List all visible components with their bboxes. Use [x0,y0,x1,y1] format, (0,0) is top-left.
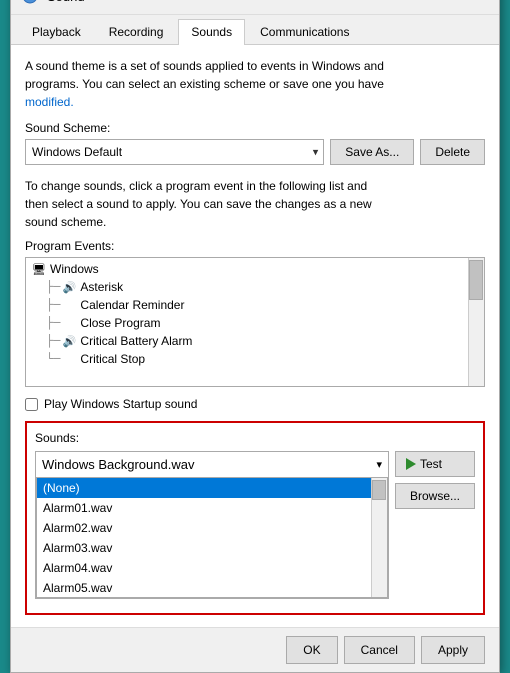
test-button[interactable]: Test [395,451,475,477]
dropdown-scroll-thumb[interactable] [372,480,386,500]
scheme-select-wrapper: Windows Default [25,139,324,165]
dropdown-item[interactable]: Alarm04.wav [37,558,387,578]
list-item[interactable]: ├─ 🔊 Critical Battery Alarm [26,332,484,350]
tab-playback[interactable]: Playback [19,19,94,44]
tree-line: └─ [46,352,60,366]
dropdown-list[interactable]: (None) Alarm01.wav Alarm02.wav Alarm03.w… [36,478,388,598]
description-text: A sound theme is a set of sounds applied… [25,57,485,111]
save-as-button[interactable]: Save As... [330,139,414,165]
startup-label: Play Windows Startup sound [44,397,197,411]
speaker-icon: 🔊 [62,280,76,294]
dropdown-scrollbar[interactable] [371,478,387,597]
speaker-icon: 🔊 [62,334,76,348]
sound-app-icon [21,0,39,5]
dropdown-item[interactable]: Alarm05.wav [37,578,387,598]
dropdown-current-value: Windows Background.wav [42,457,194,472]
startup-row: Play Windows Startup sound [25,397,485,411]
dialog-title: Sound [47,0,463,4]
sounds-section: Sounds: Windows Background.wav ▾ (None) … [25,421,485,615]
change-description: To change sounds, click a program event … [25,177,485,231]
sounds-controls: Windows Background.wav ▾ (None) Alarm01.… [35,451,475,599]
sound-scheme-select[interactable]: Windows Default [25,139,324,165]
ok-button[interactable]: OK [286,636,337,664]
tree-line: ├─ [46,334,60,348]
scheme-row: Windows Default Save As... Delete [25,139,485,165]
events-list[interactable]: 🖥 Windows ├─ 🔊 Asterisk ├─ Calendar Remi… [25,257,485,387]
sound-dialog: Sound ✕ Playback Recording Sounds Commun… [10,0,500,673]
play-icon [406,458,416,470]
sounds-label: Sounds: [35,431,475,445]
program-events-label: Program Events: [25,239,485,253]
startup-checkbox[interactable] [25,398,38,411]
tree-line: ├─ [46,298,60,312]
sound-scheme-label: Sound Scheme: [25,121,485,135]
title-bar: Sound ✕ [11,0,499,15]
scroll-thumb[interactable] [469,260,483,300]
list-item[interactable]: ├─ Calendar Reminder [26,296,484,314]
browse-button[interactable]: Browse... [395,483,475,509]
tab-communications[interactable]: Communications [247,19,362,44]
delete-button[interactable]: Delete [420,139,485,165]
modified-link[interactable]: modified. [25,95,74,109]
list-item[interactable]: ├─ Close Program [26,314,484,332]
tab-sounds[interactable]: Sounds [178,19,245,45]
dropdown-header[interactable]: Windows Background.wav ▾ [36,452,388,478]
dropdown-item[interactable]: Alarm03.wav [37,538,387,558]
folder-icon: 🖥 [32,262,46,276]
sounds-buttons: Test Browse... [395,451,475,509]
dialog-footer: OK Cancel Apply [11,627,499,672]
tabs-bar: Playback Recording Sounds Communications [11,15,499,45]
tree-line: ├─ [46,280,60,294]
chevron-down-icon: ▾ [376,458,382,471]
dropdown-item[interactable]: (None) [37,478,387,498]
close-button[interactable]: ✕ [463,0,487,8]
tree-line: ├─ [46,316,60,330]
scrollbar[interactable] [468,258,484,386]
events-inner: 🖥 Windows ├─ 🔊 Asterisk ├─ Calendar Remi… [26,258,484,370]
list-item[interactable]: 🖥 Windows [26,260,484,278]
dropdown-item[interactable]: Alarm01.wav [37,498,387,518]
apply-button[interactable]: Apply [421,636,485,664]
list-item[interactable]: ├─ 🔊 Asterisk [26,278,484,296]
cancel-button[interactable]: Cancel [344,636,415,664]
tab-content: A sound theme is a set of sounds applied… [11,45,499,627]
list-item[interactable]: └─ Critical Stop [26,350,484,368]
sounds-dropdown[interactable]: Windows Background.wav ▾ (None) Alarm01.… [35,451,389,599]
tab-recording[interactable]: Recording [96,19,177,44]
dropdown-item[interactable]: Alarm02.wav [37,518,387,538]
